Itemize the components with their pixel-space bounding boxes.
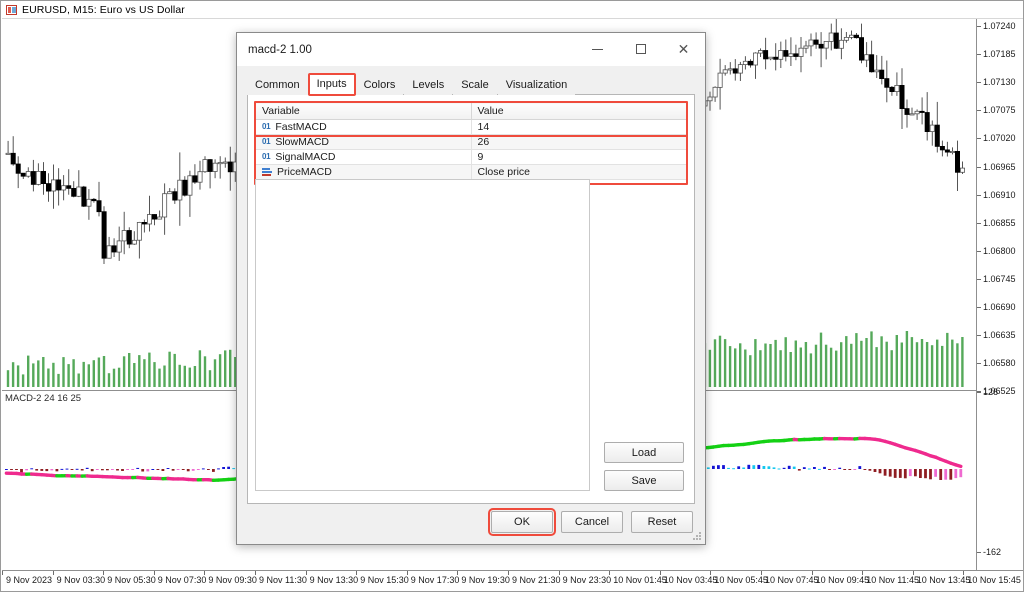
time-tick: 9 Nov 2023	[1, 571, 53, 585]
tab-label: Colors	[363, 79, 396, 91]
cell-variable[interactable]: 01 SignalMACD	[255, 149, 472, 165]
int-type-icon: 01	[262, 122, 271, 131]
price-scale[interactable]: 1.07240 1.07185 1.07130 1.07075 1.07020 1.069…	[976, 19, 1023, 570]
cell-variable[interactable]: 01 FastMACD	[255, 119, 472, 135]
tab-label: Common	[255, 79, 300, 91]
indicator-tick: 126	[977, 387, 998, 397]
time-tick: 9 Nov 15:30	[356, 571, 409, 585]
tab-visualization[interactable]: Visualization	[497, 75, 576, 95]
column-header-value: Value	[470, 102, 687, 120]
price-tick: 1.06690	[977, 302, 1016, 312]
price-tick: 1.06580	[977, 358, 1016, 368]
time-tick: 9 Nov 05:30	[103, 571, 156, 585]
table-row[interactable]: 01 SlowMACD 26	[255, 134, 687, 150]
price-tick: 1.06965	[977, 162, 1016, 172]
variable-name: FastMACD	[275, 121, 327, 133]
maximize-icon[interactable]	[619, 33, 662, 65]
indicator-properties-dialog[interactable]: macd-2 1.00 ✕ Common Inputs Colors Levels Sc…	[236, 32, 706, 545]
tab-levels[interactable]: Levels	[404, 75, 453, 95]
tab-colors[interactable]: Colors	[355, 75, 404, 95]
tab-label: Scale	[461, 79, 489, 91]
table-row[interactable]: 01 FastMACD 14	[255, 119, 687, 135]
load-save-buttons: Load Save	[604, 442, 684, 491]
time-tick: 10 Nov 09:45	[811, 571, 870, 585]
close-icon[interactable]: ✕	[662, 33, 705, 65]
variable-name: SlowMACD	[275, 136, 329, 148]
table-row[interactable]: 01 SignalMACD 9	[255, 149, 687, 165]
inputs-empty-area	[255, 179, 590, 491]
dialog-tabstrip: Common Inputs Colors Levels Scale Visualizati…	[247, 73, 695, 96]
time-tick: 9 Nov 13:30	[305, 571, 359, 585]
tab-label: Levels	[412, 79, 445, 91]
int-type-icon: 01	[262, 137, 271, 146]
save-button[interactable]: Save	[604, 470, 684, 491]
tab-scale[interactable]: Scale	[453, 75, 497, 95]
inputs-tab-page: Variable Value 01 FastMACD 14 01 SlowMACD 26 0…	[247, 95, 695, 504]
time-tick: 9 Nov 07:30	[153, 571, 207, 585]
dialog-body: Common Inputs Colors Levels Scale Visualizati…	[237, 66, 705, 504]
cell-variable[interactable]: PriceMACD	[255, 164, 472, 180]
variable-name: PriceMACD	[277, 166, 332, 178]
int-type-icon: 01	[262, 152, 271, 161]
dialog-titlebar[interactable]: macd-2 1.00 ✕	[237, 33, 705, 66]
time-tick: 9 Nov 03:30	[52, 571, 106, 585]
price-type-icon	[262, 167, 272, 177]
time-tick: 10 Nov 07:45	[761, 571, 819, 585]
indicator-tick: -162	[977, 547, 1001, 557]
inputs-table-wrap: Variable Value 01 FastMACD 14 01 SlowMACD 26 0…	[254, 101, 688, 185]
price-tick: 1.07130	[977, 77, 1016, 87]
inputs-table[interactable]: Variable Value 01 FastMACD 14 01 SlowMACD 26 0…	[255, 102, 687, 180]
tab-label: Visualization	[505, 79, 568, 91]
dialog-footer: OK Cancel Reset	[237, 504, 705, 544]
time-tick: 9 Nov 09:30	[204, 571, 257, 585]
ok-button[interactable]: OK	[488, 508, 556, 536]
time-tick: 10 Nov 15:45	[963, 571, 1021, 585]
cancel-button[interactable]: Cancel	[561, 511, 623, 533]
price-tick: 1.06855	[977, 218, 1016, 228]
cell-value[interactable]: 26	[470, 134, 687, 150]
time-tick: 10 Nov 01:45	[609, 571, 667, 585]
tab-common[interactable]: Common	[247, 75, 308, 95]
symbol-icon	[6, 5, 17, 15]
price-tick: 1.06635	[977, 330, 1016, 340]
price-tick: 1.07020	[977, 133, 1016, 143]
time-tick: 10 Nov 05:45	[710, 571, 768, 585]
chart-title-text: EURUSD, M15: Euro vs US Dollar	[22, 4, 185, 16]
tab-inputs[interactable]: Inputs	[307, 73, 356, 96]
table-row[interactable]: PriceMACD Close price	[255, 164, 687, 180]
table-header-row: Variable Value	[255, 102, 687, 120]
dialog-title: macd-2 1.00	[248, 43, 312, 56]
resize-grip-icon[interactable]	[693, 532, 702, 541]
tab-label: Inputs	[316, 78, 347, 90]
price-tick: 1.07075	[977, 105, 1016, 115]
chart-title-bar: EURUSD, M15: Euro vs US Dollar	[2, 2, 1023, 19]
time-tick: 10 Nov 13:45	[912, 571, 971, 585]
column-header-variable: Variable	[255, 102, 472, 120]
cell-value[interactable]: 9	[470, 149, 687, 165]
window-controls: ✕	[576, 33, 705, 66]
load-button[interactable]: Load	[604, 442, 684, 463]
time-tick: 9 Nov 11:30	[255, 571, 307, 585]
time-tick: 9 Nov 23:30	[558, 571, 612, 585]
cell-value[interactable]: Close price	[470, 164, 687, 180]
price-tick: 1.06800	[977, 246, 1016, 256]
time-scale[interactable]: 9 Nov 2023 9 Nov 03:30 9 Nov 05:30 9 Nov 07…	[1, 570, 1023, 591]
time-tick: 9 Nov 19:30	[457, 571, 510, 585]
time-tick: 10 Nov 11:45	[862, 571, 920, 585]
time-tick: 10 Nov 03:45	[659, 571, 718, 585]
time-tick: 9 Nov 17:30	[406, 571, 460, 585]
time-tick: 9 Nov 21:30	[508, 571, 561, 585]
variable-name: SignalMACD	[275, 151, 336, 163]
cell-value[interactable]: 14	[470, 119, 687, 135]
cell-variable[interactable]: 01 SlowMACD	[255, 134, 472, 150]
metatrader-window: EURUSD, M15: Euro vs US Dollar MACD-2 24…	[0, 0, 1024, 592]
price-tick: 1.07185	[977, 49, 1016, 59]
macd-indicator-label: MACD-2 24 16 25	[5, 393, 82, 404]
reset-button[interactable]: Reset	[631, 511, 693, 533]
minimize-icon[interactable]	[576, 33, 619, 65]
price-tick: 1.06745	[977, 274, 1016, 284]
price-tick: 1.07240	[977, 21, 1016, 31]
price-tick: 1.06910	[977, 190, 1016, 200]
